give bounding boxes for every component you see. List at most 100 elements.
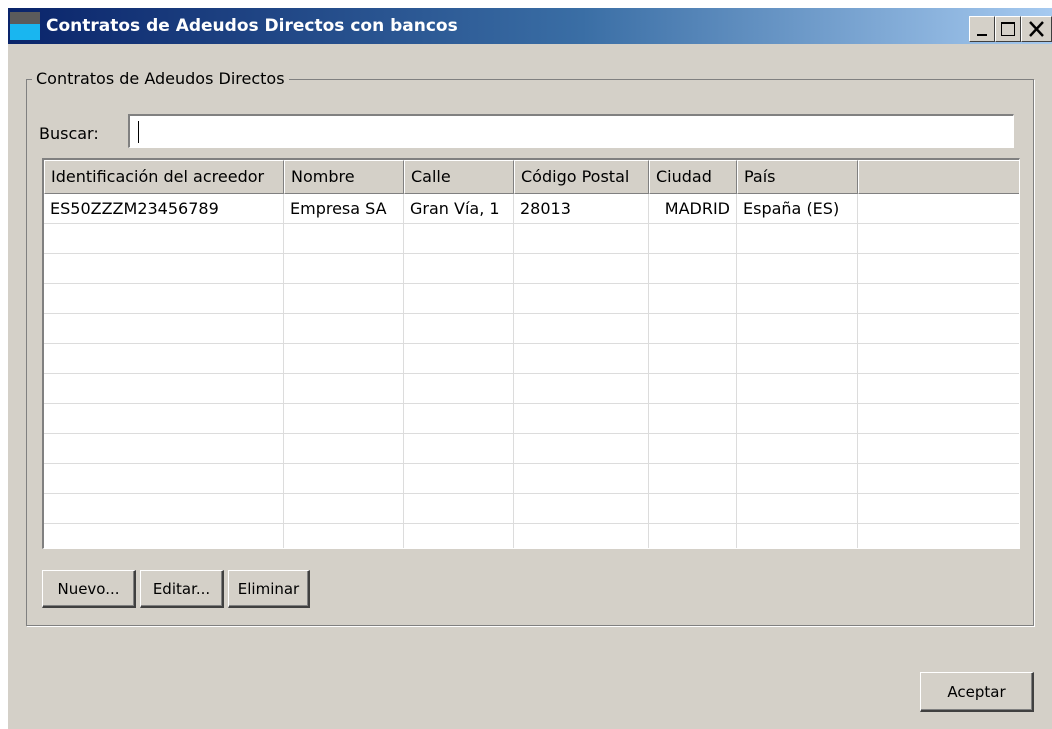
table-row[interactable] (44, 404, 1019, 434)
column-header-extra[interactable] (858, 160, 1019, 194)
table-cell-street (404, 374, 514, 403)
table-cell-extra (858, 404, 1019, 433)
table-cell-identification (44, 314, 284, 343)
table-cell-country (737, 524, 858, 548)
edit-button[interactable]: Editar... (140, 570, 224, 608)
contracts-table[interactable]: Identificación del acreedor Nombre Calle Có… (42, 158, 1020, 549)
table-row[interactable] (44, 224, 1019, 254)
table-cell-postal-code (514, 464, 649, 493)
table-row[interactable] (44, 374, 1019, 404)
accept-button[interactable]: Aceptar (920, 672, 1034, 712)
table-cell-name (284, 344, 404, 373)
table-cell-postal-code (514, 494, 649, 523)
table-cell-street (404, 254, 514, 283)
table-cell-street (404, 434, 514, 463)
column-header-identification[interactable]: Identificación del acreedor (44, 160, 284, 194)
table-cell-postal-code (514, 374, 649, 403)
table-row[interactable] (44, 344, 1019, 374)
new-button[interactable]: Nuevo... (42, 570, 136, 608)
table-cell-extra (858, 494, 1019, 523)
table-cell-street (404, 314, 514, 343)
table-cell-identification (44, 254, 284, 283)
table-cell-extra (858, 464, 1019, 493)
table-cell-city (649, 254, 737, 283)
table-cell-postal-code (514, 254, 649, 283)
table-cell-name (284, 464, 404, 493)
table-body: ES50ZZZM23456789 Empresa SA Gran Vía, 1 280… (44, 194, 1019, 548)
table-cell-city (649, 374, 737, 403)
table-cell-extra (858, 284, 1019, 313)
table-cell-country (737, 464, 858, 493)
table-cell-name (284, 374, 404, 403)
table-cell-street (404, 404, 514, 433)
minimize-button[interactable] (969, 16, 995, 42)
table-cell-identification (44, 494, 284, 523)
table-cell-extra (858, 524, 1019, 548)
table-cell-extra (858, 314, 1019, 343)
column-header-postal-code[interactable]: Código Postal (514, 160, 649, 194)
close-button[interactable] (1021, 16, 1052, 42)
table-cell-extra (858, 344, 1019, 373)
table-cell-extra (858, 434, 1019, 463)
groupbox-legend: Contratos de Adeudos Directos (32, 69, 289, 88)
text-caret (138, 121, 139, 143)
table-row[interactable] (44, 284, 1019, 314)
search-input[interactable] (128, 114, 1014, 148)
table-cell-name (284, 224, 404, 253)
column-header-city[interactable]: Ciudad (649, 160, 737, 194)
table-cell-country: España (ES) (737, 194, 858, 223)
table-cell-street (404, 344, 514, 373)
table-cell-city (649, 224, 737, 253)
table-cell-postal-code (514, 314, 649, 343)
table-cell-city: MADRID (649, 194, 737, 223)
table-cell-country (737, 284, 858, 313)
column-header-country[interactable]: País (737, 160, 858, 194)
table-cell-postal-code (514, 224, 649, 253)
table-cell-country (737, 494, 858, 523)
table-row[interactable] (44, 524, 1019, 548)
search-label: Buscar: (39, 124, 99, 143)
minimize-icon (977, 34, 987, 36)
table-cell-city (649, 284, 737, 313)
table-cell-country (737, 374, 858, 403)
table-cell-country (737, 434, 858, 463)
table-cell-country (737, 344, 858, 373)
table-cell-postal-code (514, 284, 649, 313)
table-cell-identification (44, 404, 284, 433)
title-bar[interactable]: Contratos de Adeudos Directos con bancos (8, 8, 1052, 44)
table-cell-street (404, 284, 514, 313)
table-cell-postal-code (514, 344, 649, 373)
maximize-button[interactable] (995, 16, 1021, 42)
column-header-name[interactable]: Nombre (284, 160, 404, 194)
app-icon[interactable] (10, 12, 40, 40)
table-cell-name (284, 284, 404, 313)
table-cell-name: Empresa SA (284, 194, 404, 223)
table-cell-city (649, 344, 737, 373)
table-cell-name (284, 314, 404, 343)
table-cell-postal-code (514, 404, 649, 433)
table-row[interactable] (44, 314, 1019, 344)
table-cell-extra (858, 254, 1019, 283)
table-cell-city (649, 434, 737, 463)
table-cell-identification (44, 374, 284, 403)
table-row[interactable] (44, 254, 1019, 284)
table-cell-identification (44, 284, 284, 313)
table-cell-postal-code: 28013 (514, 194, 649, 223)
table-cell-identification: ES50ZZZM23456789 (44, 194, 284, 223)
table-row[interactable] (44, 464, 1019, 494)
table-row[interactable] (44, 494, 1019, 524)
column-header-street[interactable]: Calle (404, 160, 514, 194)
table-cell-city (649, 404, 737, 433)
table-cell-country (737, 314, 858, 343)
delete-button[interactable]: Eliminar (228, 570, 310, 608)
table-cell-identification (44, 524, 284, 548)
table-cell-country (737, 224, 858, 253)
table-cell-identification (44, 434, 284, 463)
table-cell-street (404, 494, 514, 523)
table-header: Identificación del acreedor Nombre Calle Có… (44, 160, 1019, 194)
close-icon (1029, 21, 1044, 37)
window-title: Contratos de Adeudos Directos con bancos (46, 16, 458, 36)
table-cell-city (649, 314, 737, 343)
table-row[interactable]: ES50ZZZM23456789 Empresa SA Gran Vía, 1 280… (44, 194, 1019, 224)
table-row[interactable] (44, 434, 1019, 464)
